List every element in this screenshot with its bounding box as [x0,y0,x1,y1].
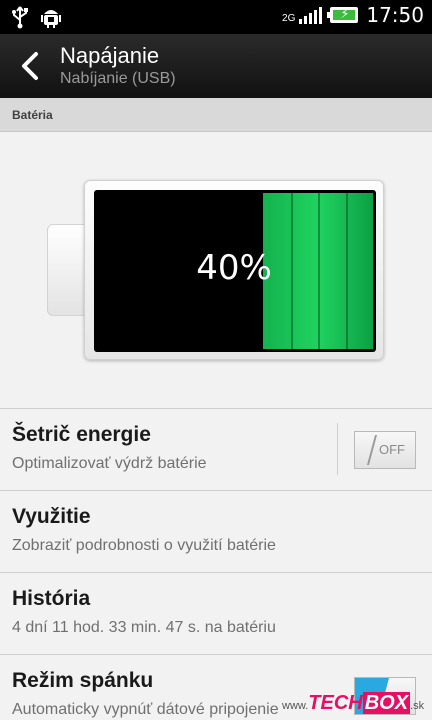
power-saver-toggle[interactable]: OFF [354,431,416,469]
settings-list: Šetrič energie Optimalizovať výdrž batér… [0,408,432,720]
battery-inner: 40% [94,190,376,352]
back-button[interactable] [14,48,48,84]
battery-terminal [47,224,85,316]
list-item-power-saver[interactable]: Šetrič energie Optimalizovať výdrž batér… [0,408,432,490]
status-icons-left [10,5,62,34]
section-label: Batéria [12,108,53,122]
divider [337,423,338,475]
list-item-title: Režim spánku [12,669,154,692]
action-bar: Napájanie Nabíjanie (USB) [0,34,432,98]
watermark-logo: www.TECH BOX .sk [282,692,425,714]
list-item-title: Využitie [12,505,91,528]
android-debug-icon [40,5,62,34]
clock: 17:50 [366,3,424,27]
list-item-title: Šetrič energie [12,423,151,446]
list-item-desc: Optimalizovať výdrž batérie [12,455,207,472]
list-item-title: História [12,587,91,610]
chevron-left-icon [22,52,38,80]
page-subtitle: Nabíjanie (USB) [60,70,176,87]
battery-body: 40% [84,180,384,360]
page-title: Napájanie [60,43,160,68]
battery-level-fill [263,193,373,349]
network-type: 2G [282,13,296,24]
status-bar: 2G ⚡ 17:50 [0,0,432,34]
battery-graphic: 40% [0,132,432,408]
section-header-battery: Batéria [0,98,432,132]
signal-icon: 2G [282,6,323,24]
list-item-usage[interactable]: Využitie Zobraziť podrobnosti o využití … [0,490,432,572]
battery-percent: 40% [196,248,272,288]
usb-icon [10,5,30,34]
list-item-desc: 4 dní 11 hod. 33 min. 47 s. na batériu [12,619,276,636]
battery-charging-icon: ⚡ [327,6,359,23]
list-item-desc: Automaticky vypnúť dátové pripojenie [12,701,279,718]
list-item-history[interactable]: História 4 dní 11 hod. 33 min. 47 s. na … [0,572,432,654]
list-item-desc: Zobraziť podrobnosti o využití batérie [12,537,276,554]
toggle-label: OFF [379,442,405,457]
status-icons-right: 2G ⚡ 17:50 [282,3,424,27]
